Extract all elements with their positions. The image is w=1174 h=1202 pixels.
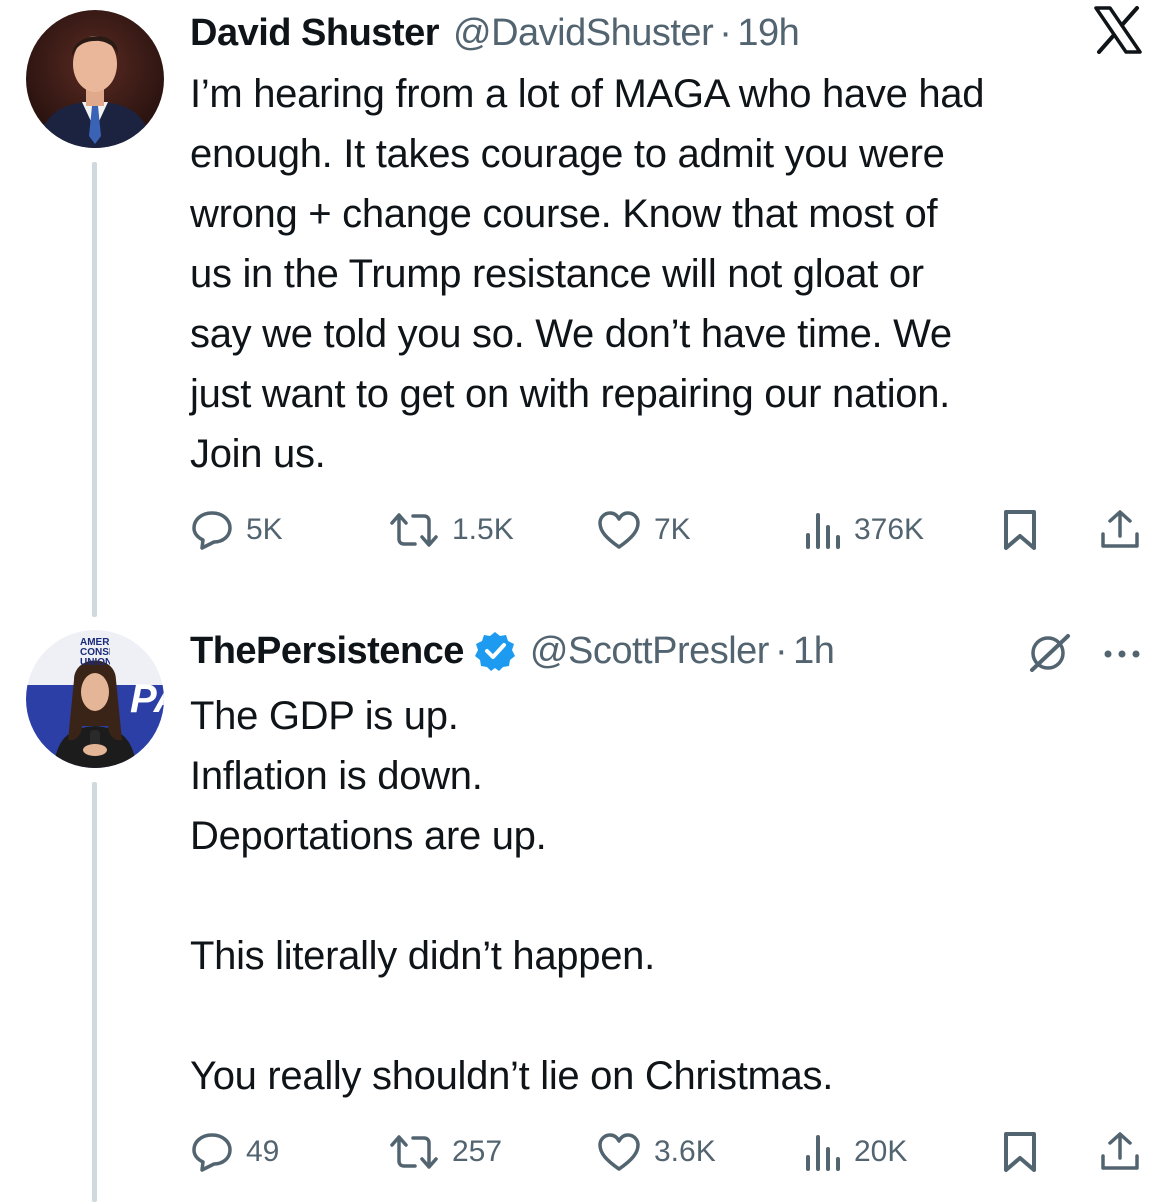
grok-icon[interactable]: [1024, 630, 1074, 676]
share-icon: [1098, 508, 1142, 552]
reply-icon: [190, 509, 234, 551]
like-count: 3.6K: [654, 1135, 716, 1168]
avatar[interactable]: [26, 10, 164, 148]
action-bar: 49 257 3.6K 20K: [190, 1122, 1154, 1182]
author-handle[interactable]: @DavidShuster: [453, 12, 714, 55]
like-button[interactable]: 7K: [596, 500, 691, 560]
reply-count: 49: [246, 1135, 280, 1168]
views-button[interactable]: 20K: [802, 1122, 907, 1182]
like-icon: [596, 509, 642, 551]
action-bar: 5K 1.5K 7K 376K: [190, 500, 1154, 560]
repost-icon: [388, 509, 440, 551]
tweet-thepersistence[interactable]: PA AMER CONSE UNION ThePersistence @Scot…: [0, 600, 1174, 1202]
bookmark-button[interactable]: [1000, 1122, 1040, 1182]
share-icon: [1098, 1130, 1142, 1174]
author-name[interactable]: ThePersistence: [190, 630, 464, 673]
bookmark-icon: [1000, 508, 1040, 552]
like-button[interactable]: 3.6K: [596, 1122, 716, 1182]
like-icon: [596, 1131, 642, 1173]
tweet-text: I’m hearing from a lot of MAGA who have …: [190, 72, 985, 476]
repost-count: 257: [452, 1135, 503, 1168]
reply-button[interactable]: 49: [190, 1122, 279, 1182]
views-button[interactable]: 376K: [802, 500, 924, 560]
tweet-header: ThePersistence @ScottPresler · 1h: [190, 626, 835, 676]
separator: ·: [774, 629, 788, 672]
thread-line: [92, 782, 97, 1202]
views-icon: [802, 509, 842, 551]
timestamp[interactable]: 1h: [793, 630, 835, 673]
timestamp[interactable]: 19h: [737, 12, 799, 55]
repost-button[interactable]: 257: [388, 1122, 502, 1182]
reply-count: 5K: [246, 513, 283, 546]
svg-text:PA: PA: [130, 677, 164, 721]
bookmark-icon: [1000, 1130, 1040, 1174]
share-button[interactable]: [1098, 500, 1142, 560]
tweet-header: David Shuster @DavidShuster · 19h: [190, 8, 800, 58]
author-handle[interactable]: @ScottPresler: [530, 630, 770, 673]
repost-icon: [388, 1131, 440, 1173]
views-icon: [802, 1131, 842, 1173]
share-button[interactable]: [1098, 1122, 1142, 1182]
avatar-banner-text: AMER CONSE UNION: [80, 638, 110, 668]
views-count: 20K: [854, 1135, 908, 1168]
views-count: 376K: [854, 513, 925, 546]
reply-button[interactable]: 5K: [190, 500, 283, 560]
more-icon[interactable]: [1100, 644, 1144, 664]
like-count: 7K: [654, 513, 691, 546]
avatar[interactable]: PA AMER CONSE UNION: [26, 630, 164, 768]
thread-line: [92, 162, 97, 617]
reply-icon: [190, 1131, 234, 1173]
repost-count: 1.5K: [452, 513, 514, 546]
separator: ·: [719, 11, 732, 54]
tweet-text: The GDP is up. Inflation is down. Deport…: [190, 694, 834, 1098]
repost-button[interactable]: 1.5K: [388, 500, 514, 560]
x-logo-icon[interactable]: [1093, 6, 1143, 54]
verified-badge-icon: [474, 630, 516, 672]
tweet-david-shuster[interactable]: David Shuster @DavidShuster · 19h I’m he…: [0, 0, 1174, 617]
bookmark-button[interactable]: [1000, 500, 1040, 560]
author-name[interactable]: David Shuster: [190, 12, 440, 55]
